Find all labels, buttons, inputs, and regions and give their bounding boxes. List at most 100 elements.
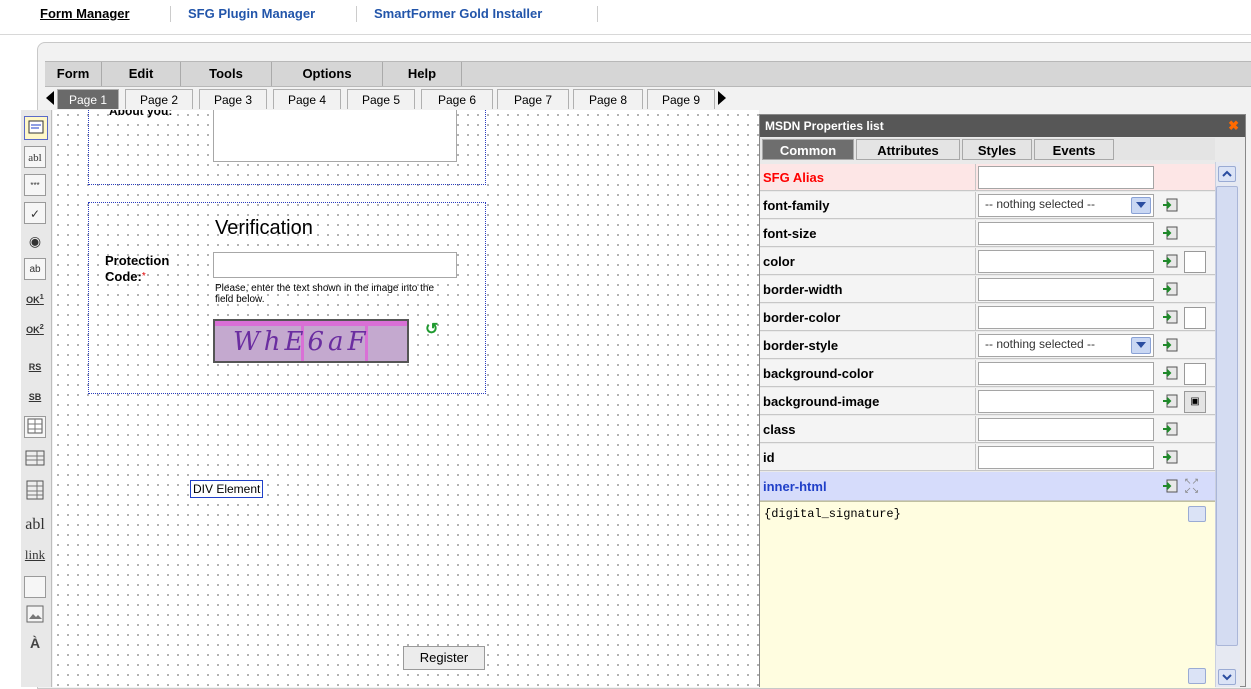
tab-form-manager[interactable]: Form Manager — [40, 6, 130, 21]
table2-tool-icon[interactable] — [24, 480, 46, 502]
pages-prev-arrow-icon[interactable] — [46, 91, 54, 105]
color-picker-swatch[interactable] — [1184, 251, 1206, 273]
textarea-scroll-down-icon[interactable] — [1188, 668, 1206, 684]
div-element[interactable]: DIV Element — [190, 480, 264, 498]
scroll-down-icon[interactable] — [1218, 669, 1236, 685]
apply-icon[interactable] — [1162, 393, 1178, 409]
tab-events[interactable]: Events — [1034, 139, 1114, 160]
page-tab-5[interactable]: Page 5 — [347, 89, 415, 109]
tab-gold-installer[interactable]: SmartFormer Gold Installer — [374, 6, 542, 21]
captcha-hint: Please, enter the text shown in the imag… — [215, 283, 435, 305]
menu-edit[interactable]: Edit — [102, 62, 181, 86]
font-size-input[interactable] — [978, 222, 1154, 245]
apply-icon[interactable] — [1162, 365, 1178, 381]
tab-styles[interactable]: Styles — [962, 139, 1032, 160]
border-style-select[interactable]: -- nothing selected -- — [978, 334, 1154, 357]
radio-tool-icon[interactable]: ◉ — [24, 230, 46, 252]
ok1-superscript: 1 — [39, 292, 44, 301]
register-button[interactable]: Register — [403, 646, 485, 670]
verification-section[interactable]: Verification Protection Code:* Please, e… — [88, 202, 486, 394]
about-textarea[interactable] — [213, 110, 457, 162]
select-value: -- nothing selected -- — [985, 337, 1096, 351]
apply-icon[interactable] — [1162, 478, 1178, 494]
page-tab-8[interactable]: Page 8 — [573, 89, 643, 109]
class-input[interactable] — [978, 418, 1154, 441]
page-tab-7[interactable]: Page 7 — [497, 89, 569, 109]
expand-icon[interactable]: ↖↗ ↙↘ — [1184, 477, 1199, 495]
scroll-up-icon[interactable] — [1218, 166, 1236, 182]
font-family-select[interactable]: -- nothing selected -- — [978, 194, 1154, 217]
chevron-down-icon[interactable] — [1131, 337, 1151, 354]
image-browse-icon[interactable]: ▣ — [1184, 391, 1206, 413]
property-row-border-color: border-color — [760, 304, 1215, 331]
option-tool-icon[interactable]: OK1 — [24, 286, 46, 308]
text-tool-icon[interactable]: abl — [24, 514, 46, 536]
listbox-tool-icon[interactable]: ab — [24, 258, 46, 280]
element-toolbar: abl *** ✓ ◉ ab OK1 OK2 RS SB abl link À — [21, 110, 52, 687]
page-tab-9[interactable]: Page 9 — [647, 89, 715, 109]
apply-icon[interactable] — [1162, 281, 1178, 297]
property-row-border-width: border-width — [760, 276, 1215, 303]
tab-common[interactable]: Common — [762, 139, 854, 160]
apply-icon[interactable] — [1162, 449, 1178, 465]
pages-next-arrow-icon[interactable] — [718, 91, 726, 105]
page-tab-1[interactable]: Page 1 — [57, 89, 119, 109]
chevron-down-icon[interactable] — [1131, 197, 1151, 214]
password-tool-icon[interactable]: *** — [24, 174, 46, 196]
textbox-tool-icon[interactable]: abl — [24, 146, 46, 168]
background-color-input[interactable] — [978, 362, 1154, 385]
form-canvas[interactable]: About you: Verification Protection Code:… — [53, 110, 759, 687]
select-tool-icon[interactable] — [24, 116, 48, 140]
menu-help[interactable]: Help — [383, 62, 462, 86]
border-color-input[interactable] — [978, 306, 1154, 329]
grid-tool-icon[interactable] — [24, 416, 46, 438]
apply-icon[interactable] — [1162, 225, 1178, 241]
option2-tool-icon[interactable]: OK2 — [24, 316, 46, 338]
textarea-scroll-up-icon[interactable] — [1188, 506, 1206, 522]
menu-form[interactable]: Form — [45, 62, 102, 86]
property-row-background-image: background-image ▣ — [760, 388, 1215, 415]
page-tab-4[interactable]: Page 4 — [273, 89, 341, 109]
page-tab-3[interactable]: Page 3 — [199, 89, 267, 109]
border-width-input[interactable] — [978, 278, 1154, 301]
color-picker-swatch[interactable] — [1184, 307, 1206, 329]
protection-code-input[interactable] — [213, 252, 457, 278]
radio-set-tool-icon[interactable]: RS — [24, 356, 46, 378]
color-picker-swatch[interactable] — [1184, 363, 1206, 385]
div-tool-icon[interactable] — [24, 576, 46, 598]
apply-icon[interactable] — [1162, 421, 1178, 437]
close-icon[interactable]: ✖ — [1228, 115, 1239, 137]
image-tool-icon[interactable] — [24, 604, 46, 626]
about-section[interactable]: About you: — [88, 110, 486, 185]
color-input[interactable] — [978, 250, 1154, 273]
menu-options[interactable]: Options — [272, 62, 383, 86]
id-input[interactable] — [978, 446, 1154, 469]
page-tab-2[interactable]: Page 2 — [125, 89, 193, 109]
row-divider — [975, 416, 976, 442]
apply-icon[interactable] — [1162, 309, 1178, 325]
refresh-captcha-icon[interactable]: ↺ — [425, 319, 438, 339]
property-label: font-size — [763, 226, 817, 241]
tab-plugin-manager[interactable]: SFG Plugin Manager — [188, 6, 315, 21]
background-image-input[interactable] — [978, 390, 1154, 413]
link-tool-icon[interactable]: link — [24, 544, 46, 566]
panel-title-bar[interactable]: MSDN Properties list ✖ — [760, 115, 1245, 137]
apply-icon[interactable] — [1162, 253, 1178, 269]
alias-input[interactable] — [978, 166, 1154, 189]
inner-html-editor[interactable]: {digital_signature} — [760, 501, 1215, 688]
panel-title: MSDN Properties list — [765, 119, 884, 133]
menu-tools[interactable]: Tools — [181, 62, 272, 86]
checkbox-tool-icon[interactable]: ✓ — [24, 202, 46, 224]
protection-label-text: Protection Code: — [105, 253, 170, 284]
row-divider — [975, 164, 976, 190]
apply-icon[interactable] — [1162, 197, 1178, 213]
apply-icon[interactable] — [1162, 337, 1178, 353]
tab-attributes[interactable]: Attributes — [856, 139, 960, 160]
panel-scrollbar-thumb[interactable] — [1216, 186, 1238, 646]
select-set-tool-icon[interactable]: SB — [24, 386, 46, 408]
page-tab-6[interactable]: Page 6 — [421, 89, 493, 109]
ok1-label: OK — [26, 295, 40, 305]
captcha-image: WhE6aF — [213, 319, 409, 363]
table-tool-icon[interactable] — [24, 450, 46, 472]
spell-tool-icon[interactable]: À — [24, 632, 46, 654]
